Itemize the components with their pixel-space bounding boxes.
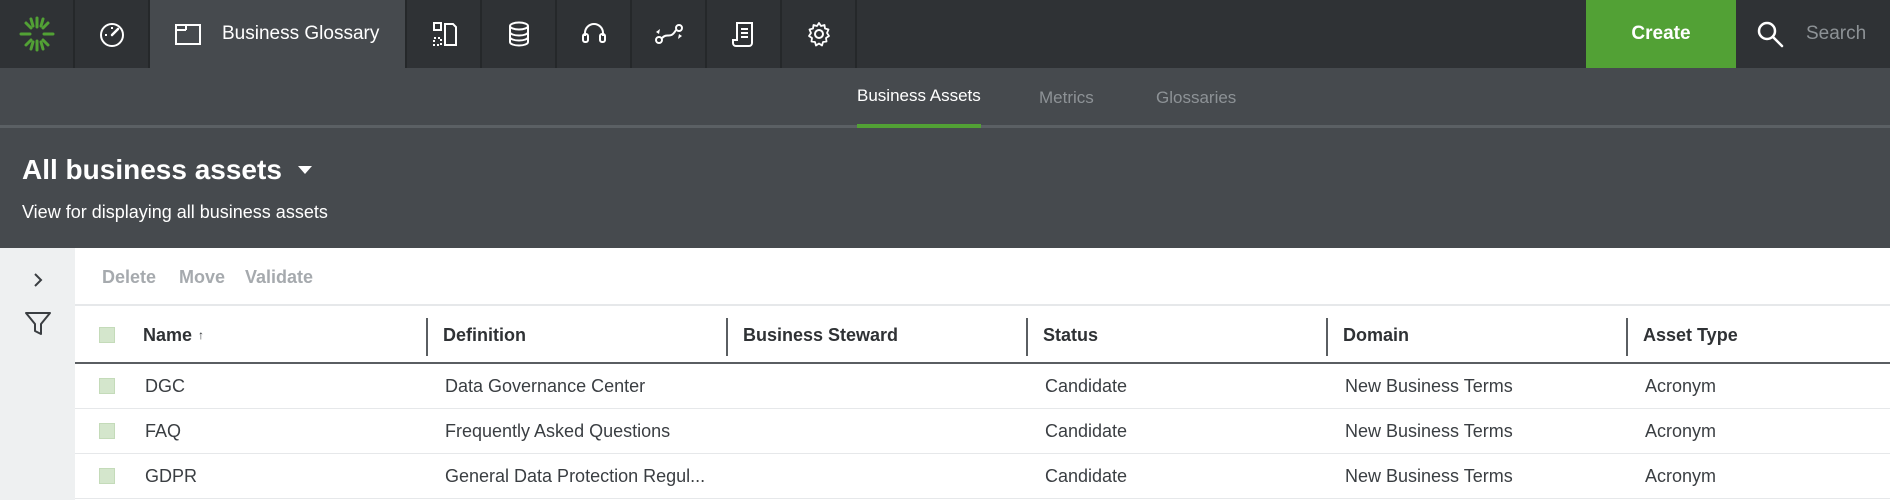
view-description: View for displaying all business assets bbox=[22, 202, 328, 222]
nav-settings[interactable] bbox=[782, 0, 857, 68]
business-glossary-icon bbox=[175, 24, 201, 45]
move-button[interactable]: Move bbox=[179, 248, 225, 306]
column-header-name[interactable]: Name ↑ bbox=[143, 306, 204, 364]
actions-toolbar: Delete Move Validate bbox=[75, 248, 1890, 306]
cell-name[interactable]: DGC bbox=[145, 364, 185, 409]
filter-icon bbox=[25, 312, 51, 335]
column-label: Name bbox=[143, 324, 193, 345]
column-divider[interactable] bbox=[1626, 318, 1628, 356]
chevron-right-icon bbox=[34, 273, 43, 287]
active-nav-label: Business Glossary bbox=[222, 23, 380, 44]
column-divider[interactable] bbox=[726, 318, 728, 356]
sub-navigation-tabs: Business Assets Metrics Glossaries bbox=[0, 68, 1890, 128]
reports-icon bbox=[731, 22, 753, 47]
tab-metrics[interactable]: Metrics bbox=[1039, 68, 1094, 128]
cell-domain[interactable]: New Business Terms bbox=[1345, 409, 1513, 454]
cell-asset-type: Acronym bbox=[1645, 376, 1717, 396]
headset-icon bbox=[581, 23, 606, 43]
cell-definition: Data Governance Center bbox=[445, 376, 646, 396]
view-header: All business assets View for displaying … bbox=[0, 128, 1890, 248]
nav-database[interactable] bbox=[482, 0, 557, 68]
lineage-icon bbox=[654, 24, 683, 44]
cell-name[interactable]: FAQ bbox=[145, 409, 181, 454]
cell-domain[interactable]: New Business Terms bbox=[1345, 364, 1513, 409]
view-selector[interactable]: All business assets bbox=[22, 154, 312, 186]
search-placeholder: Search bbox=[1806, 23, 1867, 44]
row-checkbox[interactable] bbox=[99, 423, 115, 439]
page-title: All business assets bbox=[22, 154, 282, 185]
dashboard-icon bbox=[99, 23, 124, 47]
expand-sidebar-button[interactable] bbox=[18, 260, 58, 300]
logo-icon bbox=[19, 16, 54, 52]
row-checkbox[interactable] bbox=[99, 468, 115, 484]
sort-ascending-icon: ↑ bbox=[198, 328, 205, 342]
nav-lineage[interactable] bbox=[632, 0, 707, 68]
nav-data-dictionary[interactable] bbox=[407, 0, 482, 68]
select-all-checkbox[interactable] bbox=[99, 327, 115, 343]
table-row[interactable]: GDPR General Data Protection Regul... Ca… bbox=[75, 454, 1890, 499]
create-button[interactable]: Create bbox=[1586, 0, 1736, 68]
left-rail bbox=[0, 248, 75, 500]
data-dictionary-icon bbox=[432, 22, 457, 46]
assets-table: Name ↑ Definition Business Steward Statu… bbox=[75, 306, 1890, 499]
cell-status: Candidate bbox=[1045, 421, 1128, 441]
gear-icon bbox=[807, 22, 830, 47]
nav-reports[interactable] bbox=[707, 0, 782, 68]
table-row[interactable]: DGC Data Governance Center Candidate New… bbox=[75, 364, 1890, 409]
nav-dashboard[interactable] bbox=[75, 0, 150, 68]
column-header-domain[interactable]: Domain bbox=[1343, 306, 1409, 364]
app-logo[interactable] bbox=[0, 0, 75, 68]
search-box[interactable]: Search bbox=[1736, 0, 1890, 68]
row-checkbox[interactable] bbox=[99, 378, 115, 394]
cell-name[interactable]: GDPR bbox=[145, 454, 197, 499]
table-header: Name ↑ Definition Business Steward Statu… bbox=[75, 306, 1890, 364]
filter-button[interactable] bbox=[18, 304, 58, 344]
column-divider[interactable] bbox=[1026, 318, 1028, 356]
cell-definition: Frequently Asked Questions bbox=[445, 421, 671, 441]
nav-business-glossary[interactable]: Business Glossary bbox=[150, 0, 407, 68]
nav-help[interactable] bbox=[557, 0, 632, 68]
delete-button[interactable]: Delete bbox=[102, 248, 156, 306]
table-row[interactable]: FAQ Frequently Asked Questions Candidate… bbox=[75, 409, 1890, 454]
search-icon bbox=[1757, 21, 1784, 48]
cell-domain[interactable]: New Business Terms bbox=[1345, 454, 1513, 499]
cell-status: Candidate bbox=[1045, 376, 1128, 396]
cell-asset-type: Acronym bbox=[1645, 466, 1717, 486]
column-header-business-steward[interactable]: Business Steward bbox=[743, 306, 898, 364]
top-navigation-bar: Business Glossary Create Search bbox=[0, 0, 1890, 68]
database-icon bbox=[508, 21, 529, 47]
caret-down-icon bbox=[297, 166, 312, 174]
column-header-asset-type[interactable]: Asset Type bbox=[1643, 306, 1738, 364]
cell-definition: General Data Protection Regul... bbox=[445, 466, 706, 486]
validate-button[interactable]: Validate bbox=[245, 248, 313, 306]
tab-glossaries[interactable]: Glossaries bbox=[1156, 68, 1236, 128]
column-divider[interactable] bbox=[1326, 318, 1328, 356]
column-header-status[interactable]: Status bbox=[1043, 306, 1098, 364]
cell-status: Candidate bbox=[1045, 466, 1128, 486]
tab-business-assets[interactable]: Business Assets bbox=[857, 68, 981, 128]
column-header-definition[interactable]: Definition bbox=[443, 306, 526, 364]
cell-asset-type: Acronym bbox=[1645, 421, 1717, 441]
column-divider[interactable] bbox=[426, 318, 428, 356]
